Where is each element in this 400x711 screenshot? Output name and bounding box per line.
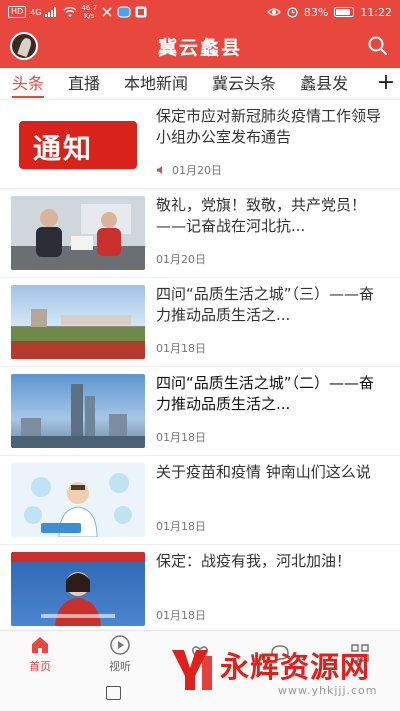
battery-percent: 83% [303, 5, 329, 19]
app-notification-icon [102, 7, 112, 17]
news-title: 四问“品质生活之城”（二）——奋力推动品质生活之... [156, 374, 375, 413]
alarm-icon [287, 6, 298, 18]
tab-local-news[interactable]: 本地新闻 [112, 68, 200, 99]
news-date: 01月20日 [156, 253, 206, 266]
watermark: 永辉资源网 www.yhkjjj.com [168, 640, 400, 706]
watermark-text: 永辉资源网 [220, 650, 371, 684]
user-avatar[interactable] [10, 32, 38, 60]
add-channel-button[interactable]: + [372, 68, 400, 99]
news-thumbnail [11, 196, 145, 270]
recent-apps-button[interactable] [106, 686, 121, 700]
news-item[interactable]: 关于疫苗和疫情 钟南山们这么说 01月18日 [0, 456, 400, 545]
news-date: 01月20日 [156, 162, 222, 178]
news-date: 01月18日 [156, 609, 206, 622]
cloud-app-icon [117, 6, 131, 18]
wifi-icon [64, 7, 77, 17]
notice-thumb-text: 通知 [33, 132, 94, 165]
news-item[interactable]: 四问“品质生活之城”（二）——奋力推动品质生活之... 01月18日 [0, 367, 400, 456]
image-app-icon [135, 6, 147, 18]
news-date: 01月18日 [156, 342, 206, 355]
status-bar: HD 4G 46.7 K/s 83% 11:22 [0, 0, 400, 24]
nav-video-label: 视听 [109, 659, 131, 673]
news-item[interactable]: 四问“品质生活之城”（三）——奋力推动品质生活之... 01月18日 [0, 278, 400, 367]
home-icon [32, 636, 48, 653]
news-thumbnail: 通知 [11, 107, 145, 181]
news-title: 保定：战疫有我，河北加油！ [156, 552, 352, 570]
watermark-url: www.yhkjjj.com [278, 684, 378, 697]
news-title: 关于疫苗和疫情 钟南山们这么说 [156, 463, 371, 481]
news-thumbnail [11, 374, 145, 448]
news-thumbnail [11, 552, 145, 626]
signal-icon [45, 7, 57, 17]
audio-icon [157, 166, 162, 174]
play-icon [110, 634, 130, 655]
news-title: 敬礼，党旗！致敬，共产党员！——记奋战在河北抗... [156, 196, 367, 235]
news-thumbnail [11, 463, 145, 537]
channel-tabs: 头条 直播 本地新闻 冀云头条 蠡县发 + [0, 68, 400, 100]
news-date: 01月18日 [156, 431, 206, 444]
clock: 11:22 [360, 5, 392, 19]
news-title: 四问“品质生活之城”（三）——奋力推动品质生活之... [156, 285, 375, 324]
nav-video[interactable]: 视听 [80, 631, 160, 676]
nav-home[interactable]: 首页 [0, 631, 80, 676]
news-item[interactable]: 保定：战疫有我，河北加油！ 01月18日 [0, 545, 400, 630]
tab-live[interactable]: 直播 [56, 68, 112, 99]
app-header: 冀云蠡县 [0, 24, 400, 68]
battery-icon [334, 7, 355, 17]
news-item[interactable]: 通知 保定市应对新冠肺炎疫情工作领导小组办公室发布通告 01月20日 [0, 100, 400, 189]
news-thumbnail [11, 285, 145, 359]
news-date: 01月18日 [156, 520, 206, 533]
tab-headlines[interactable]: 头条 [0, 68, 56, 99]
eye-icon [266, 8, 281, 16]
news-title: 保定市应对新冠肺炎疫情工作领导小组办公室发布通告 [156, 107, 382, 146]
app-title: 冀云蠡县 [157, 36, 242, 59]
search-icon[interactable] [366, 34, 390, 58]
tab-jiyun-headlines[interactable]: 冀云头条 [200, 68, 288, 99]
nav-home-label: 首页 [29, 659, 51, 673]
tab-lixian[interactable]: 蠡县发 [288, 68, 360, 99]
signal-label: 4G [30, 7, 42, 17]
network-speed: 46.7 K/s [81, 4, 98, 20]
hd-indicator: HD [8, 6, 27, 18]
watermark-logo-icon [172, 650, 212, 690]
news-item[interactable]: 敬礼，党旗！致敬，共产党员！——记奋战在河北抗... 01月20日 [0, 189, 400, 278]
news-feed: 通知 保定市应对新冠肺炎疫情工作领导小组办公室发布通告 01月20日 敬礼，党旗… [0, 100, 400, 630]
